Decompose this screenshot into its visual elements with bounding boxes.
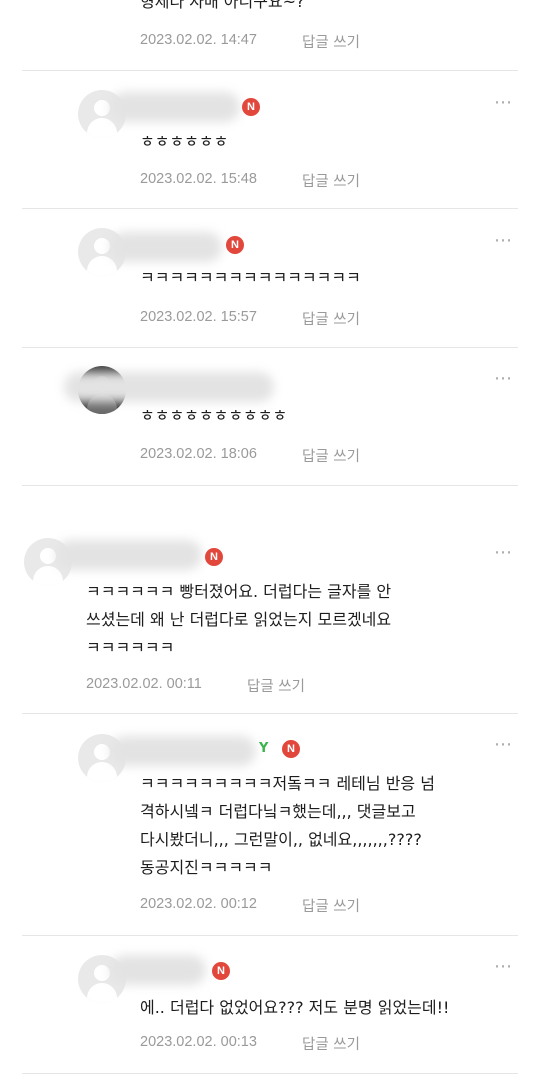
comment-text: ㅋㅋㅋㅋㅋㅋㅋㅋㅋㅋㅋㅋㅋㅋㅋ (140, 268, 361, 287)
reply-button[interactable]: 답글 쓰기 (302, 308, 360, 329)
new-badge-icon: N (242, 98, 260, 116)
comment-date: 2023.02.02. 14:47 (140, 32, 257, 48)
blurred-username (110, 955, 206, 985)
comment-text: ㅋㅋㅋㅋㅋㅋㅋㅋㅋ저돜ㅋㅋ 레테님 반응 넘 격하시넼ㅋ 더럽다닠ㅋ했는데,,,… (140, 774, 435, 877)
divider (22, 935, 518, 936)
reply-button[interactable]: 답글 쓰기 (247, 675, 305, 696)
comment-date: 2023.02.02. 00:12 (140, 896, 257, 912)
reply-button[interactable]: 답글 쓰기 (302, 31, 360, 52)
divider (22, 713, 518, 714)
comment-date: 2023.02.02. 00:11 (86, 676, 202, 692)
divider (22, 70, 518, 71)
new-badge-icon: N (226, 236, 244, 254)
reply-button[interactable]: 답글 쓰기 (302, 895, 360, 916)
comment-text: ㅋㅋㅋㅋㅋㅋ 빵터졌어요. 더럽다는 글자를 안 쓰셨는데 왜 난 더럽다로 읽… (86, 582, 392, 657)
comment-date: 2023.02.02. 15:57 (140, 309, 257, 325)
comment-text: 형제다 자매 아니구요~? (140, 0, 305, 11)
more-options-icon[interactable]: ⋯ (494, 958, 513, 976)
comment-date: 2023.02.02. 18:06 (140, 446, 257, 462)
sprout-level-icon: Y (259, 741, 269, 756)
blurred-username (110, 92, 240, 122)
comment-text: 에.. 더럽다 없었어요??? 저도 분명 읽었는데!! (140, 998, 450, 1017)
comment-date: 2023.02.02. 15:48 (140, 171, 257, 187)
divider (22, 485, 518, 486)
divider (22, 1073, 518, 1074)
comment-text: ㅎㅎㅎㅎㅎㅎ (140, 132, 229, 151)
blurred-username (110, 232, 222, 262)
more-options-icon[interactable]: ⋯ (494, 370, 513, 388)
new-badge-icon: N (212, 962, 230, 980)
new-badge-icon: N (205, 548, 223, 566)
divider (22, 208, 518, 209)
blurred-username (56, 540, 202, 570)
more-options-icon[interactable]: ⋯ (494, 232, 513, 250)
divider (22, 347, 518, 348)
blurred-username (110, 736, 256, 766)
reply-button[interactable]: 답글 쓰기 (302, 1033, 360, 1054)
comment-text: ㅎㅎㅎㅎㅎㅎㅎㅎㅎㅎ (140, 406, 288, 425)
comment-date: 2023.02.02. 00:13 (140, 1034, 257, 1050)
reply-button[interactable]: 답글 쓰기 (302, 445, 360, 466)
blurred-username (64, 372, 274, 402)
more-options-icon[interactable]: ⋯ (494, 544, 513, 562)
more-options-icon[interactable]: ⋯ (494, 94, 513, 112)
reply-button[interactable]: 답글 쓰기 (302, 170, 360, 191)
new-badge-icon: N (282, 740, 300, 758)
more-options-icon[interactable]: ⋯ (494, 736, 513, 754)
